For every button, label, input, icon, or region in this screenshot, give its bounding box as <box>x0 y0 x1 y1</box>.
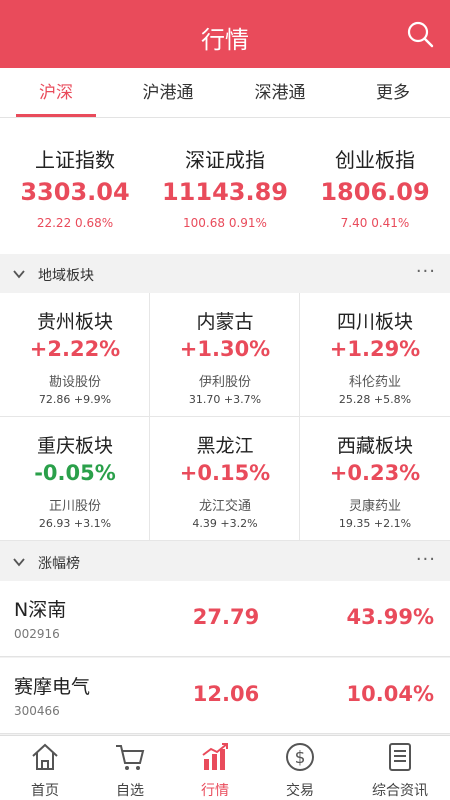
stock-price: 12.06 <box>192 682 260 706</box>
gainer-row[interactable]: N深南 002916 27.79 43.99% <box>0 581 450 657</box>
region-section-header[interactable]: 地域板块 ··· <box>0 255 450 293</box>
index-change: 7.40 0.41% <box>340 216 410 230</box>
tabbar-item-watchlist[interactable]: 自选 <box>85 736 175 800</box>
region-change: -0.05% <box>34 461 116 485</box>
index-change: 100.68 0.91% <box>183 216 267 230</box>
index-panel: 上证指数 3303.04 22.22 0.68% 深证成指 11143.89 1… <box>0 118 450 254</box>
tab-hushen[interactable]: 沪深 <box>0 68 112 118</box>
index-name: 上证指数 <box>35 148 115 172</box>
region-change: +2.22% <box>29 337 121 361</box>
stock-name: 赛摩电气 <box>14 676 91 698</box>
tabbar-label: 行情 <box>201 783 229 799</box>
gainer-row[interactable]: 赛摩电气 300466 12.06 10.04% <box>0 658 450 734</box>
tabbar-item-home[interactable]: 首页 <box>0 736 90 800</box>
leading-stock: 龙江交通 <box>198 499 251 514</box>
leading-stock-quote: 4.39 +3.2% <box>192 517 258 530</box>
stock-code: 300466 <box>14 704 60 718</box>
leading-stock: 灵康药业 <box>348 499 401 514</box>
leading-stock-quote: 19.35 +2.1% <box>338 517 412 530</box>
news-icon <box>389 743 411 771</box>
index-value: 11143.89 <box>161 178 288 206</box>
active-tab-indicator <box>16 114 96 117</box>
index-name: 深证成指 <box>185 148 265 172</box>
region-change: +0.23% <box>329 461 421 485</box>
leading-stock-quote: 72.86 +9.9% <box>38 393 112 406</box>
tabbar-item-market[interactable]: 行情 <box>170 736 260 800</box>
leading-stock: 勘设股份 <box>48 375 101 390</box>
cart-icon <box>116 745 145 770</box>
svg-text:$: $ <box>295 748 306 768</box>
tabbar-item-news[interactable]: 综合资讯 <box>350 736 450 800</box>
index-change: 22.22 0.68% <box>36 216 114 230</box>
region-change: +0.15% <box>179 461 271 485</box>
region-grid: 贵州板块 +2.22% 勘设股份 72.86 +9.9% 内蒙古 +1.30% … <box>0 293 450 541</box>
leading-stock: 科伦药业 <box>348 375 401 390</box>
stock-code: 002916 <box>14 627 60 641</box>
region-cell[interactable]: 内蒙古 +1.30% 伊利股份 31.70 +3.7% <box>150 293 300 417</box>
region-name: 西藏板块 <box>336 435 413 457</box>
region-name: 黑龙江 <box>196 435 254 457</box>
dollar-icon: $ <box>286 743 314 771</box>
region-change: +1.30% <box>179 337 271 361</box>
stock-change: 10.04% <box>346 682 434 706</box>
leading-stock-quote: 31.70 +3.7% <box>188 393 262 406</box>
chevron-down-icon <box>13 558 25 567</box>
tabbar-label: 首页 <box>31 783 59 799</box>
leading-stock: 正川股份 <box>48 499 101 514</box>
more-icon[interactable]: ··· <box>416 549 436 570</box>
leading-stock-quote: 26.93 +3.1% <box>38 517 112 530</box>
leading-stock-quote: 25.28 +5.8% <box>338 393 412 406</box>
tabbar-label: 自选 <box>116 783 144 799</box>
tabbar-item-trade[interactable]: $ 交易 <box>255 736 345 800</box>
app-header: 行情 <box>0 0 450 68</box>
region-cell[interactable]: 贵州板块 +2.22% 勘设股份 72.86 +9.9% <box>0 293 150 417</box>
tab-more[interactable]: 更多 <box>336 68 450 118</box>
market-tabs: 沪深 沪港通 深港通 更多 <box>0 68 450 118</box>
index-value: 3303.04 <box>20 178 130 206</box>
section-title: 涨幅榜 <box>38 556 80 572</box>
region-name: 内蒙古 <box>196 311 254 333</box>
region-cell[interactable]: 黑龙江 +0.15% 龙江交通 4.39 +3.2% <box>150 417 300 541</box>
stock-name: N深南 <box>14 599 67 621</box>
home-icon <box>32 743 58 770</box>
region-change: +1.29% <box>329 337 421 361</box>
tabbar-label: 综合资讯 <box>372 783 428 799</box>
leading-stock: 伊利股份 <box>198 375 251 390</box>
tab-shengangtong[interactable]: 深港通 <box>224 68 336 118</box>
search-icon[interactable] <box>406 20 434 48</box>
stock-price: 27.79 <box>192 605 260 629</box>
stock-change: 43.99% <box>346 605 434 629</box>
chevron-down-icon <box>13 270 25 279</box>
page-title: 行情 <box>201 26 249 54</box>
tabbar-label: 交易 <box>286 783 314 799</box>
region-cell[interactable]: 重庆板块 -0.05% 正川股份 26.93 +3.1% <box>0 417 150 541</box>
gainers-section-header[interactable]: 涨幅榜 ··· <box>0 543 450 581</box>
bottom-tab-bar: 首页 自选 行情 $ 交易 综合资讯 <box>0 735 450 800</box>
region-cell[interactable]: 四川板块 +1.29% 科伦药业 25.28 +5.8% <box>300 293 450 417</box>
more-icon[interactable]: ··· <box>416 261 436 282</box>
section-title: 地域板块 <box>38 268 94 284</box>
region-name: 重庆板块 <box>36 435 113 457</box>
region-name: 贵州板块 <box>36 311 113 333</box>
chart-icon <box>202 743 228 770</box>
tab-hugangtong[interactable]: 沪港通 <box>112 68 224 118</box>
index-name: 创业板指 <box>335 148 415 172</box>
index-value: 1806.09 <box>320 178 430 206</box>
region-name: 四川板块 <box>336 311 413 333</box>
region-cell[interactable]: 西藏板块 +0.23% 灵康药业 19.35 +2.1% <box>300 417 450 541</box>
